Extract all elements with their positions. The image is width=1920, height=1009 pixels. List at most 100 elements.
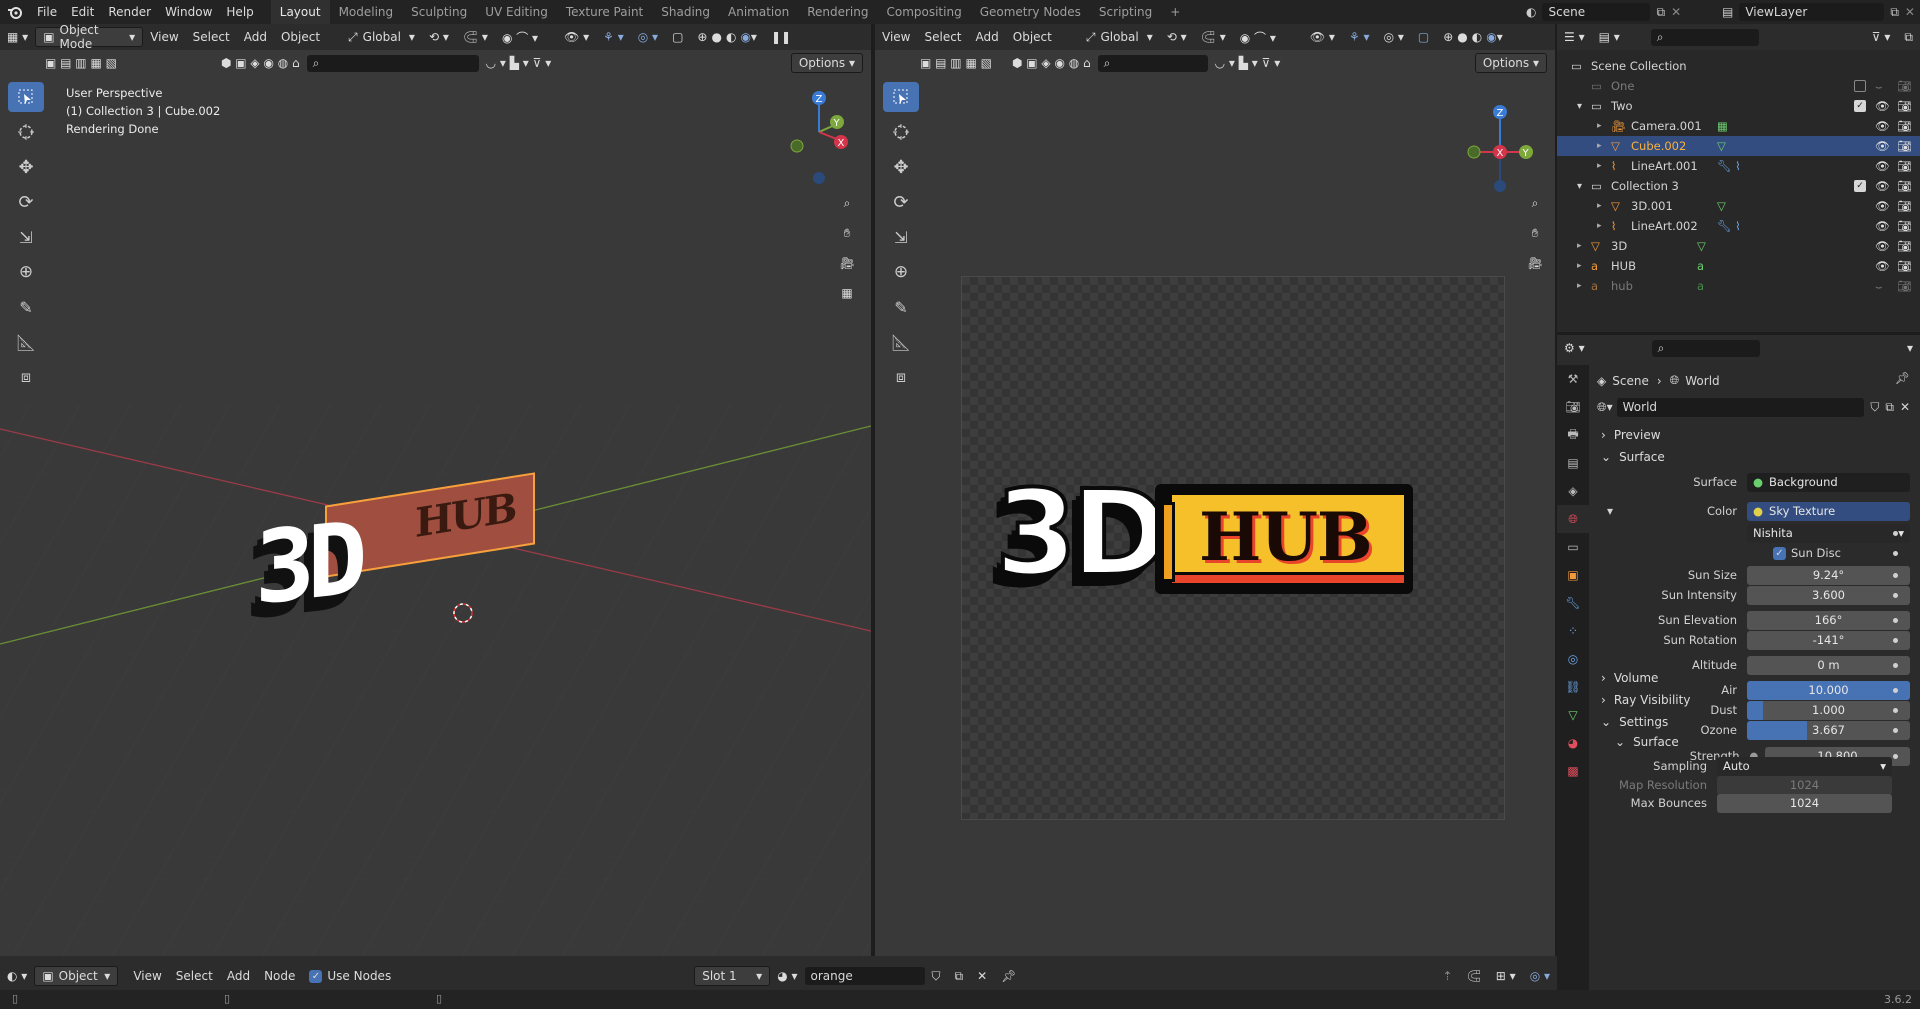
measure-tool-icon[interactable]: 📐︎ — [8, 327, 44, 357]
sky-type-dropdown[interactable]: Nishita ▾ — [1747, 523, 1910, 543]
keyframe-dot[interactable] — [1893, 617, 1898, 623]
visibility-icon[interactable]: 👁︎ ▾ — [557, 27, 596, 47]
exclude-checkbox[interactable] — [1854, 80, 1866, 92]
material-shading-icon[interactable]: ◐ — [1472, 30, 1482, 44]
visibility-eye-icon[interactable]: 👁︎ — [1875, 159, 1890, 173]
add-workspace-icon[interactable]: + — [1161, 0, 1189, 24]
measure-tool-icon[interactable]: 📐︎ — [883, 327, 919, 357]
render-camera-icon[interactable]: 📷︎ — [1897, 79, 1912, 93]
options-button[interactable]: Options ▾ — [1474, 53, 1547, 73]
scale-tool-icon[interactable]: ⇲ — [883, 222, 919, 252]
visibility-eye-icon[interactable]: 👁︎ — [1875, 119, 1890, 133]
orientation-dropdown[interactable]: ⤢ Global ▾ — [341, 27, 422, 47]
display-mode-icon[interactable]: ▤ ▾ — [1592, 27, 1627, 47]
navigation-gizmo[interactable]: Z Y X — [785, 82, 853, 192]
selection-mode-icons[interactable]: ▣ ▤ ▥ ▦ ▧ — [913, 53, 999, 73]
expand-arrow-icon[interactable]: ▸ — [1597, 141, 1602, 151]
annotate-tool-icon[interactable]: ✎ — [8, 292, 44, 322]
render-camera-icon[interactable]: 📷︎ — [1897, 239, 1912, 253]
panel-volume[interactable]: › Volume — [1597, 666, 1910, 690]
fake-user-icon[interactable]: ⛉ — [925, 966, 948, 986]
scene-3d-hub-object[interactable]: 3D HUB — [255, 469, 545, 629]
rendered-shading-icon[interactable]: ◉ — [740, 30, 750, 44]
color-expand-icon[interactable]: ▾ — [1607, 504, 1613, 518]
filter-object-types-icons[interactable]: ⬢ ▣ ◈ ◉ ◍ ⌂ — [214, 53, 307, 73]
keyframe-dot[interactable] — [1893, 637, 1898, 643]
particles-tab-icon[interactable]: ⁘ — [1557, 617, 1589, 645]
output-tab-icon[interactable]: 🖶︎ — [1557, 421, 1589, 449]
menu-add[interactable]: Add — [220, 966, 257, 986]
param-slider[interactable]: -141° — [1747, 630, 1910, 650]
expand-arrow-icon[interactable]: ▸ — [1597, 161, 1602, 171]
menu-help[interactable]: Help — [219, 0, 260, 24]
visibility-eye-icon[interactable]: 👁︎ — [1875, 219, 1890, 233]
outliner-row[interactable]: ▸ a hub a ⌣ 📷︎ — [1557, 276, 1920, 296]
expand-arrow-icon[interactable]: ▸ — [1597, 121, 1602, 131]
menu-add[interactable]: Add — [237, 27, 274, 47]
use-nodes-toggle[interactable]: ✓ Use Nodes — [302, 966, 398, 986]
outliner-row[interactable]: ▸ ▽ 3D ▽ 👁︎ 📷︎ — [1557, 236, 1920, 256]
tab-modeling[interactable]: Modeling — [330, 0, 403, 24]
menu-object[interactable]: Object — [274, 27, 327, 47]
tab-sculpting[interactable]: Sculpting — [402, 0, 476, 24]
exclude-checkbox[interactable]: ✓ — [1854, 100, 1866, 112]
view-layer-selector[interactable]: ▤ ViewLayer ⧉ ✕ — [1722, 3, 1915, 21]
physics-tab-icon[interactable]: ◎ — [1557, 645, 1589, 673]
overlay-toggle-icon[interactable]: ◎ ▾ — [631, 27, 665, 47]
pivot-icon[interactable]: ⟲ ▾ — [422, 27, 456, 47]
add-cube-tool-icon[interactable]: ⧈ — [8, 362, 44, 392]
outliner-row[interactable]: ▸ ⌇ LineArt.001 🔧︎ ⌇ 👁︎ 📷︎ — [1557, 156, 1920, 176]
outliner-row[interactable]: ▸ ▽ Cube.002 ▽ 👁︎ 📷︎ — [1557, 136, 1920, 156]
proportional-edit-icon[interactable]: ◉ ⌒ ▾ — [1233, 27, 1283, 47]
xray-icon[interactable]: ▢ — [665, 27, 690, 47]
render-camera-icon[interactable]: 📷︎ — [1897, 139, 1912, 153]
cursor-tool-icon[interactable] — [8, 117, 44, 147]
duplicate-world-icon[interactable]: ⧉ — [1885, 400, 1894, 415]
overlay-toggle-icon[interactable]: ◎ ▾ — [1377, 27, 1411, 47]
shading-modes[interactable]: ⊕ ● ◐ ◉ ▾ — [1436, 27, 1510, 47]
sun-disc-checkbox[interactable]: ✓ — [1773, 546, 1786, 560]
data-tab-icon[interactable]: ▽ — [1557, 701, 1589, 729]
snap-icon[interactable]: 🧲︎ ▾ — [456, 27, 495, 47]
menu-render[interactable]: Render — [101, 0, 158, 24]
outliner-row[interactable]: ▸ ⌇ LineArt.002 🔧︎ ⌇ 👁︎ 📷︎ — [1557, 216, 1920, 236]
zoom-icon[interactable]: ⌕ — [834, 190, 860, 216]
viewport-search-input[interactable]: ⌕ — [1097, 54, 1208, 72]
sampling-dropdown[interactable]: Auto ▾ — [1717, 756, 1892, 776]
visibility-eye-icon[interactable]: ⌣ — [1875, 279, 1883, 294]
collapse-arrow-icon[interactable]: ▾ — [1577, 181, 1582, 192]
gizmo-toggle-icon[interactable]: ⚘ ▾ — [596, 27, 631, 47]
view-layer-tab-icon[interactable]: ▤ — [1557, 449, 1589, 477]
visibility-eye-icon[interactable]: 👁︎ — [1875, 99, 1890, 113]
new-collection-icon[interactable]: ⧉ — [1897, 27, 1920, 47]
exclude-checkbox[interactable]: ✓ — [1854, 180, 1866, 192]
navigation-gizmo[interactable]: Z Y X — [1460, 82, 1540, 192]
panel-ray-visibility[interactable]: › Ray Visibility — [1597, 688, 1910, 712]
max-bounces-field[interactable]: 1024 — [1717, 793, 1892, 813]
transform-tool-icon[interactable]: ⊕ — [8, 257, 44, 287]
keyframe-dot[interactable] — [1893, 592, 1898, 598]
viewport-right[interactable]: View Select Add Object ⤢ Global ▾ ⟲ ▾ 🧲︎ … — [875, 24, 1555, 956]
visibility-eye-icon[interactable]: 👁︎ — [1875, 259, 1890, 273]
cursor-tool-icon[interactable] — [883, 117, 919, 147]
menu-edit[interactable]: Edit — [64, 0, 101, 24]
rotate-tool-icon[interactable]: ⟳ — [883, 187, 919, 217]
proportional-edit-icon[interactable]: ◉ ⌒ ▾ — [495, 27, 545, 47]
menu-window[interactable]: Window — [158, 0, 219, 24]
menu-select[interactable]: Select — [169, 966, 220, 986]
visibility-icon[interactable]: 👁︎ ▾ — [1303, 27, 1342, 47]
unlink-material-icon[interactable]: ✕ — [970, 966, 994, 986]
tab-layout[interactable]: Layout — [270, 0, 330, 24]
outliner-data-icon[interactable]: 🔧︎ ⌇ — [1717, 159, 1741, 173]
wireframe-shading-icon[interactable]: ⊕ — [1443, 30, 1453, 44]
panel-surface[interactable]: ⌄ Surface — [1597, 445, 1910, 469]
param-slider[interactable]: 3.600 — [1747, 585, 1910, 605]
properties-options-icon[interactable]: ▾ — [1900, 338, 1920, 358]
outliner-data-icon[interactable]: a — [1697, 259, 1704, 273]
visibility-eye-icon[interactable]: 👁︎ — [1875, 239, 1890, 253]
panel-preview[interactable]: › Preview — [1597, 423, 1910, 447]
snap-icon[interactable]: 🧲︎ — [1460, 966, 1489, 986]
visibility-eye-icon[interactable]: ⌣ — [1875, 79, 1883, 94]
delete-view-layer-icon[interactable]: ✕ — [1905, 5, 1915, 19]
pause-render-icon[interactable]: ❚❚ — [764, 27, 798, 47]
